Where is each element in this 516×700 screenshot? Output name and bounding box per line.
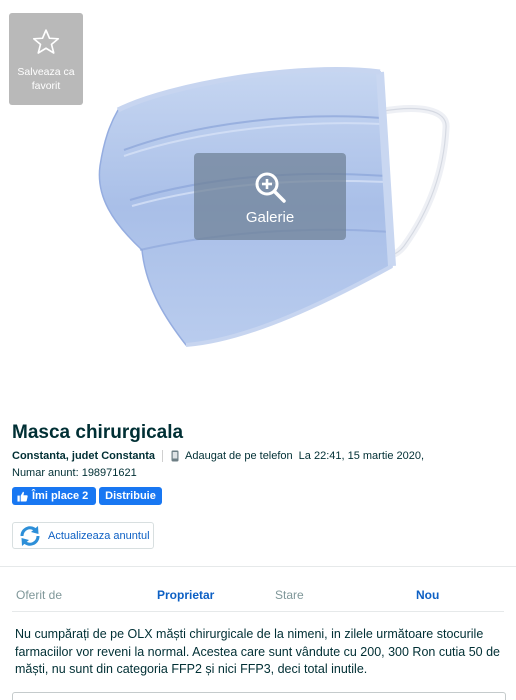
ad-description: Nu cumpărați de pe OLX măști chirurgical…	[15, 627, 500, 676]
like-label: Îmi place 2	[32, 490, 89, 502]
facebook-like-button[interactable]: Îmi place 2	[12, 487, 96, 505]
condition-label: Stare	[275, 588, 304, 602]
gallery-button[interactable]: Galerie	[194, 153, 346, 240]
offered-by-value[interactable]: Proprietar	[157, 588, 214, 602]
ad-number: Numar anunt: 198971621	[12, 467, 137, 479]
ad-photo[interactable]: Salveaza ca favorit Galerie	[0, 0, 516, 400]
ad-date: La 22:41, 15 martie 2020,	[298, 450, 425, 462]
meta-separator	[162, 450, 164, 462]
details-divider	[12, 611, 504, 612]
refresh-icon	[20, 525, 40, 546]
phone-icon	[171, 450, 179, 462]
ad-title: Masca chirurgicala	[12, 422, 184, 443]
zoom-in-icon	[255, 172, 286, 203]
save-favorite-label: Salveaza ca favorit	[17, 66, 75, 92]
offered-by-label: Oferit de	[16, 588, 63, 602]
save-favorite-button[interactable]: Salveaza ca favorit	[9, 13, 83, 105]
ad-source: Adaugat de pe telefon	[185, 450, 293, 462]
refresh-ad-button[interactable]: Actualizeaza anuntul	[12, 522, 154, 549]
section-divider	[0, 566, 516, 567]
condition-value[interactable]: Nou	[416, 588, 439, 602]
ad-meta-line: Constanta, judet Constanta Adaugat de pe…	[12, 450, 424, 462]
thumbs-up-icon	[17, 491, 28, 502]
ad-location[interactable]: Constanta, judet Constanta	[12, 450, 155, 462]
refresh-ad-label: Actualizeaza anuntul	[48, 529, 150, 542]
gallery-label: Galerie	[245, 209, 295, 226]
facebook-share-button[interactable]: Distribuie	[99, 487, 162, 505]
contact-box[interactable]	[12, 692, 506, 700]
star-outline-icon	[32, 29, 60, 54]
